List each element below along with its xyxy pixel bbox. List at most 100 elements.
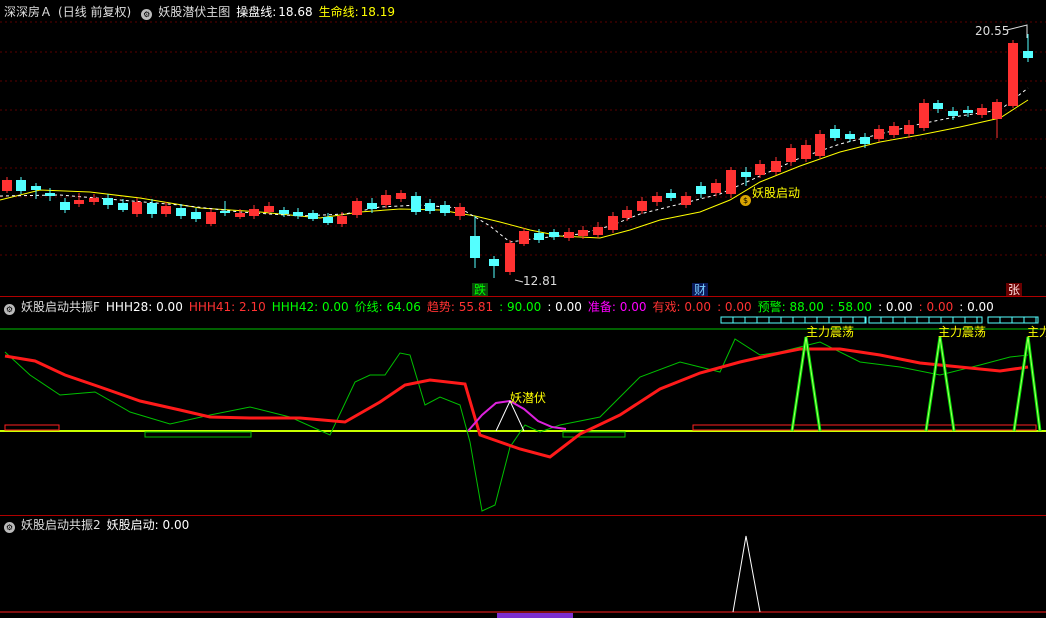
candle: [455, 203, 465, 220]
candle-body: [147, 203, 157, 214]
candle: [411, 192, 421, 215]
warning-spike: [1012, 336, 1042, 432]
candle-body: [622, 210, 632, 218]
candle: [470, 216, 480, 268]
settings-icon[interactable]: ⚙: [141, 9, 153, 20]
stock-name[interactable]: 深深房Ａ: [4, 5, 52, 19]
candle-body: [860, 137, 870, 144]
panel3-settings-icon[interactable]: ⚙: [4, 522, 15, 533]
candle: [89, 194, 99, 205]
candle: [741, 167, 751, 186]
candle-body: [681, 196, 691, 205]
life-value: 18.19: [360, 5, 396, 19]
candle-body: [74, 200, 84, 204]
candle-body: [293, 212, 303, 216]
candle: [786, 144, 796, 166]
candle-body: [2, 180, 12, 191]
candle: [308, 210, 318, 221]
panel3-title[interactable]: 妖股启动共振2: [21, 518, 101, 532]
panel2-title[interactable]: 妖股启动共振F: [21, 300, 100, 314]
label-zhuli-3: 主力: [1027, 325, 1046, 339]
candle: [801, 140, 811, 162]
candle: [440, 201, 450, 216]
candle-body: [549, 232, 559, 237]
candle-body: [505, 243, 515, 272]
candle-body: [264, 206, 274, 212]
candle: [147, 199, 157, 218]
candle: [637, 197, 647, 214]
candle: [815, 130, 825, 159]
candle-body: [31, 186, 41, 190]
panel2-field: 预警: 88.00: [757, 300, 824, 314]
indicator-name[interactable]: 妖股潜伏主图: [158, 5, 230, 19]
candle-body: [249, 209, 259, 216]
candle-body: [323, 217, 333, 223]
label-zhuli-2: 主力震荡: [938, 325, 987, 339]
candle: [860, 133, 870, 148]
candle: [948, 107, 958, 120]
candle: [593, 222, 603, 238]
candle-body: [337, 216, 347, 224]
candle-body: [977, 108, 987, 115]
candle-body: [16, 180, 26, 191]
candle: [489, 256, 499, 278]
pan-label: 操盘线:: [236, 5, 277, 19]
candle: [652, 192, 662, 206]
candle: [206, 209, 216, 226]
candle-body: [637, 201, 647, 211]
candle: [681, 192, 691, 208]
candle-body: [396, 193, 406, 199]
panel2-fields: HHH28: 0.00 HHH41: 2.10 HHH42: 0.00 价线: 64.…: [106, 300, 1000, 314]
candle-body: [696, 186, 706, 194]
candle-body: [992, 102, 1002, 119]
candle: [919, 99, 929, 131]
resonance-indicator-chart[interactable]: [0, 297, 1046, 515]
candle-body: [1023, 51, 1033, 58]
candle-body: [948, 111, 958, 116]
panel2-field: 价线: 64.06: [354, 300, 421, 314]
candle-body: [608, 216, 618, 230]
candle-body: [564, 232, 574, 238]
launch-spike: [732, 535, 761, 613]
panel2-header: ⚙ 妖股启动共振F HHH28: 0.00 HHH41: 2.10 HHH42: 0.0…: [0, 297, 1006, 317]
panel2-field: : 58.00: [829, 300, 873, 314]
candle-body: [755, 164, 765, 175]
candle-body: [771, 161, 781, 172]
panel2-field: : 0.00: [959, 300, 994, 314]
candle: [1023, 34, 1033, 62]
panel2-field: : 0.00: [547, 300, 582, 314]
candle-body: [235, 213, 245, 217]
candle-body: [161, 206, 171, 214]
candle: [381, 190, 391, 208]
badge-zhang: 张: [1006, 283, 1023, 297]
candle-body: [534, 233, 544, 240]
main-header: 深深房Ａ (日线 前复权) ⚙ 妖股潜伏主图 操盘线: 18.68 生命线: 18.19: [0, 2, 401, 22]
candle-body: [352, 201, 362, 215]
candle-body: [801, 145, 811, 159]
candle: [103, 194, 113, 209]
candle-body: [726, 170, 736, 194]
candle-body: [308, 213, 318, 219]
candle: [220, 201, 230, 216]
candle-body: [963, 110, 973, 113]
candle: [933, 100, 943, 113]
candle: [191, 208, 201, 222]
candle: [425, 199, 435, 214]
candle: [904, 120, 914, 138]
panel2-field: : 0.00: [878, 300, 913, 314]
candle: [31, 183, 41, 199]
candle-body: [103, 198, 113, 205]
red-band: [692, 424, 1037, 431]
scroll-indicator: [497, 613, 573, 618]
candle: [16, 177, 26, 194]
candle: [60, 198, 70, 213]
panel2-settings-icon[interactable]: ⚙: [4, 304, 15, 315]
candle-body: [470, 236, 480, 258]
candlestick-chart[interactable]: [0, 0, 1046, 296]
candle: [666, 189, 676, 201]
candle: [74, 193, 84, 207]
candle-body: [381, 195, 391, 205]
candle: [889, 122, 899, 138]
panel2-field: HHH41: 2.10: [188, 300, 266, 314]
badge-die: 跌: [472, 283, 489, 297]
